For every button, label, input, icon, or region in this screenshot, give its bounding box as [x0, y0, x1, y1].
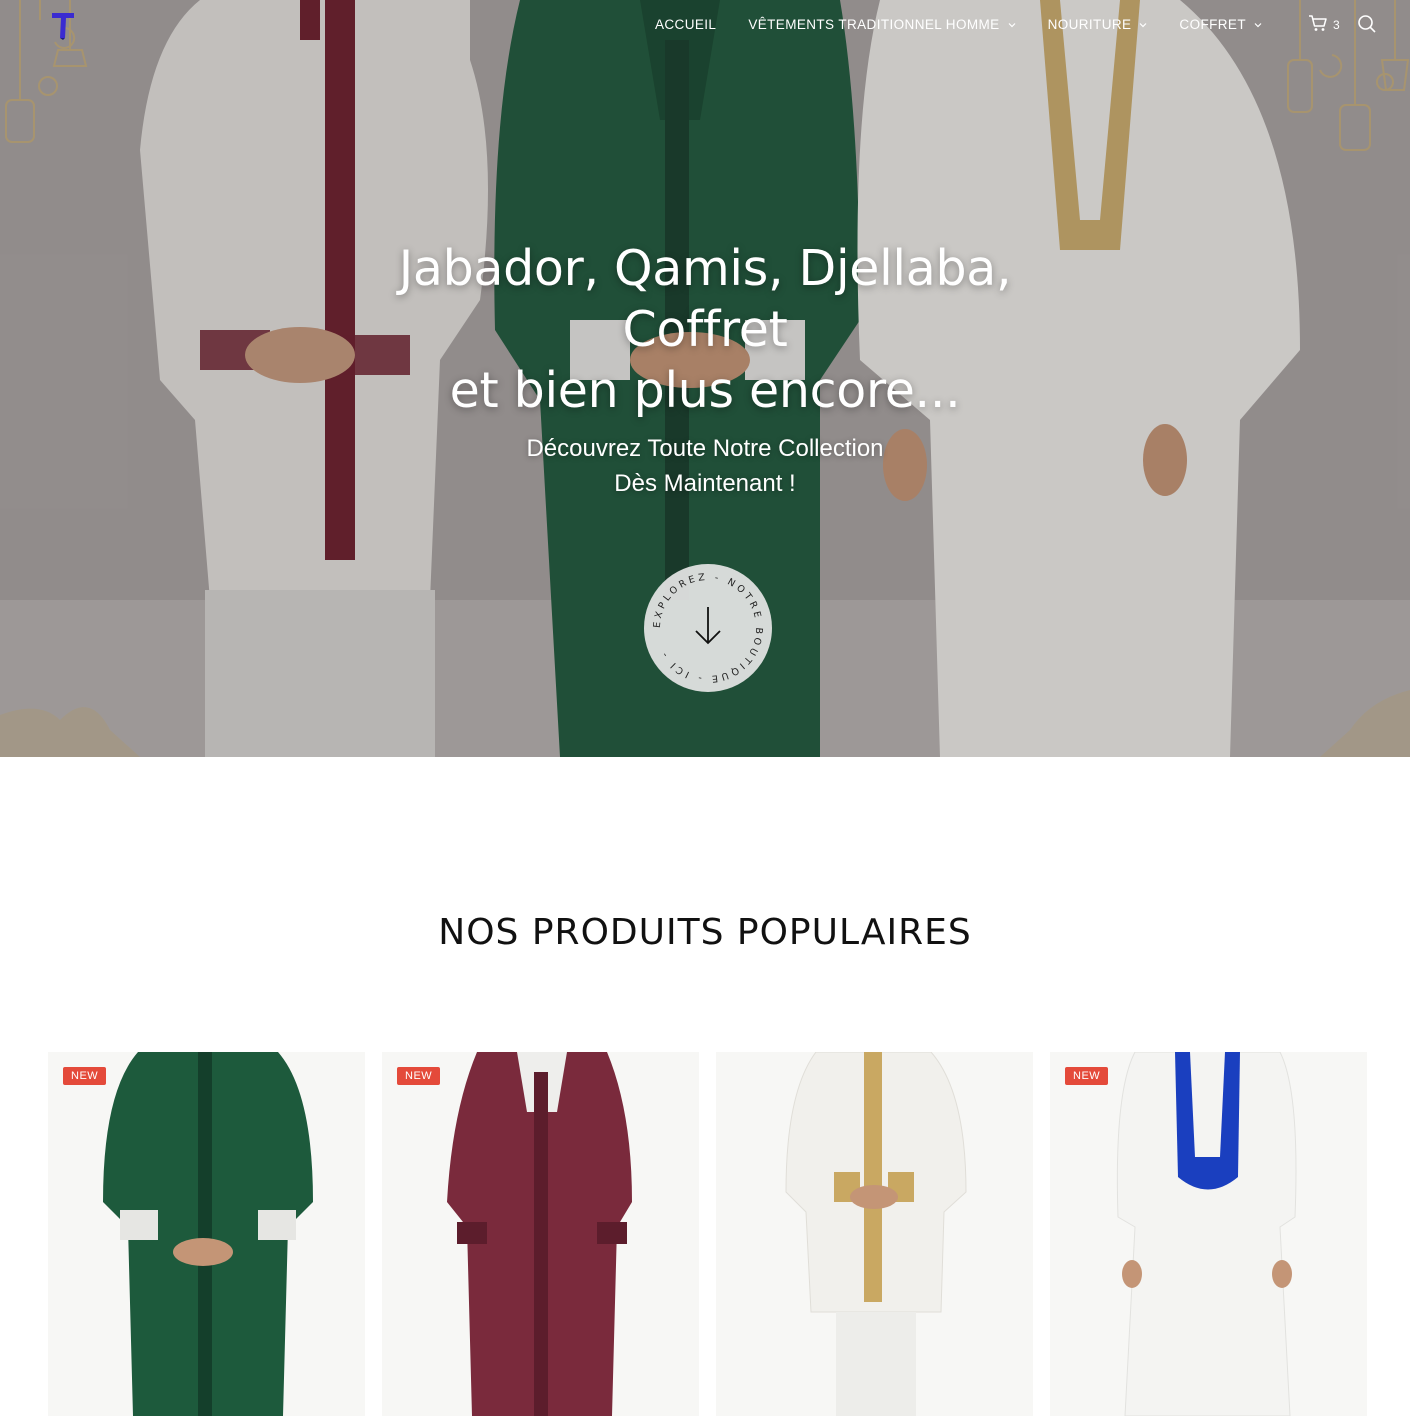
hero-title-line: Coffret [622, 301, 788, 358]
section-title: NOS PRODUITS POPULAIRES [438, 912, 972, 953]
hero-subtitle-line: Dès Maintenant ! [614, 470, 796, 497]
product-card[interactable] [716, 1052, 1033, 1416]
chevron-down-icon [1139, 22, 1147, 27]
product-image [382, 1052, 699, 1416]
hero-subtitle-line: Découvrez Toute Notre Collection [526, 435, 884, 462]
cart-button[interactable]: 3 [1308, 14, 1340, 32]
hero-banner: ACCUEIL VÊTEMENTS TRADITIONNEL HOMME NOU… [0, 0, 1410, 757]
hero-title: Jabador, Qamis, Djellaba, Coffret et bie… [0, 238, 1410, 421]
nav-nouriture[interactable]: NOURITURE [1048, 17, 1148, 32]
product-image [1050, 1052, 1367, 1416]
new-badge: NEW [397, 1067, 441, 1085]
hero-subtitle: Découvrez Toute Notre Collection Dès Mai… [0, 431, 1410, 501]
search-icon[interactable] [1357, 14, 1377, 34]
nav-label: VÊTEMENTS TRADITIONNEL HOMME [748, 17, 1000, 32]
product-grid: NEW NEW NEW [48, 1052, 1368, 1416]
product-card[interactable]: NEW [1050, 1052, 1367, 1416]
nav-label: COFFRET [1179, 17, 1246, 32]
hero-title-line: Jabador, Qamis, Djellaba, [398, 240, 1012, 297]
cart-icon [1309, 15, 1327, 31]
nav-accueil[interactable]: ACCUEIL [655, 17, 716, 32]
product-card[interactable]: NEW [48, 1052, 365, 1416]
product-image [716, 1052, 1033, 1416]
product-image [48, 1052, 365, 1416]
cart-count: 3 [1333, 18, 1340, 32]
site-header: ACCUEIL VÊTEMENTS TRADITIONNEL HOMME NOU… [0, 0, 1410, 50]
new-badge: NEW [63, 1067, 107, 1085]
nav-label: ACCUEIL [655, 17, 717, 32]
nav-coffret[interactable]: COFFRET [1179, 17, 1262, 32]
product-card[interactable]: NEW [382, 1052, 699, 1416]
explore-shop-button[interactable]: EXPLOREZ - NOTRE BOUTIQUE - ICI - [643, 563, 773, 693]
main-nav: ACCUEIL VÊTEMENTS TRADITIONNEL HOMME NOU… [655, 17, 1262, 32]
hero-title-line: et bien plus encore... [449, 362, 961, 419]
chevron-down-icon [1254, 22, 1262, 27]
site-logo[interactable] [50, 8, 76, 40]
nav-label: NOURITURE [1047, 17, 1132, 32]
chevron-down-icon [1008, 22, 1015, 27]
nav-vetements[interactable]: VÊTEMENTS TRADITIONNEL HOMME [748, 17, 1015, 32]
new-badge: NEW [1065, 1067, 1109, 1085]
